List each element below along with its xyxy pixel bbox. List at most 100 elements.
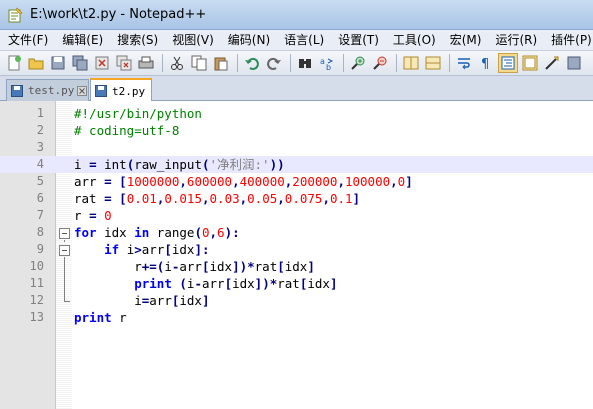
sync-h-icon[interactable] <box>423 53 443 73</box>
menu-encoding[interactable]: 编码(N) <box>221 30 277 51</box>
code-line[interactable]: 11 print (i-arr[idx])*rat[idx] <box>0 275 593 292</box>
saved-file-icon <box>11 84 23 97</box>
paste-icon[interactable] <box>211 53 231 73</box>
macro-stop-icon[interactable] <box>564 53 584 73</box>
code-text: i=arr[idx] <box>74 293 210 308</box>
code-text: i = int(raw_input('净利润:')) <box>74 157 285 172</box>
menu-settings[interactable]: 设置(T) <box>331 30 386 51</box>
find-icon[interactable] <box>295 53 315 73</box>
code-text: arr = [1000000,600000,400000,200000,1000… <box>74 174 413 189</box>
close-icon[interactable] <box>92 53 112 73</box>
toolbar-separator <box>290 54 291 72</box>
replace-icon[interactable]: ab <box>317 53 337 73</box>
code-text: r = 0 <box>74 208 112 223</box>
line-number: 1 <box>36 106 44 120</box>
line-number: 5 <box>36 174 44 188</box>
fold-guide-line <box>64 240 65 242</box>
line-number: 8 <box>36 225 44 239</box>
code-text: r+=(i-arr[idx])*rat[idx] <box>74 259 315 274</box>
tab-t2-py[interactable]: t2.py <box>90 78 152 102</box>
open-icon[interactable] <box>26 53 46 73</box>
doc-map-icon[interactable] <box>520 53 540 73</box>
fold-collapse-icon[interactable] <box>59 228 70 239</box>
menu-run[interactable]: 运行(R) <box>488 30 544 51</box>
indent-guide-icon[interactable] <box>498 53 518 73</box>
zoom-out-icon[interactable] <box>370 53 390 73</box>
code-line[interactable]: 13 print r <box>0 309 593 326</box>
code-text: #!/usr/bin/python <box>74 106 202 121</box>
fold-collapse-icon[interactable] <box>59 245 70 256</box>
line-number: 11 <box>29 276 44 290</box>
code-text: print r <box>74 310 127 325</box>
show-all-chars-icon[interactable]: ¶ <box>476 53 496 73</box>
redo-icon[interactable] <box>264 53 284 73</box>
cut-icon[interactable] <box>167 53 187 73</box>
toolbar: ab ¶ <box>0 51 593 76</box>
notepadpp-app-icon[interactable] <box>6 6 24 24</box>
window-title: E:\work\t2.py - Notepad++ <box>30 7 207 22</box>
line-number: 9 <box>36 242 44 256</box>
svg-text:a: a <box>320 57 325 66</box>
tab-test-py[interactable]: test.py <box>6 79 89 101</box>
menu-plugins[interactable]: 插件(P) <box>544 30 593 51</box>
undo-icon[interactable] <box>242 53 262 73</box>
line-number: 3 <box>36 140 44 154</box>
menu-view[interactable]: 视图(V) <box>165 30 221 51</box>
tab-close-icon[interactable] <box>77 85 88 96</box>
menu-search[interactable]: 搜索(S) <box>110 30 165 51</box>
line-number: 13 <box>29 310 44 324</box>
toolbar-separator <box>396 54 397 72</box>
save-icon[interactable] <box>48 53 68 73</box>
code-line[interactable]: 6 rat = [0.01,0.015,0.03,0.05,0.075,0.1] <box>0 190 593 207</box>
line-number: 7 <box>36 208 44 222</box>
copy-icon[interactable] <box>189 53 209 73</box>
tab-bar: test.py t2.py <box>0 76 593 102</box>
title-bar: E:\work\t2.py - Notepad++ <box>0 0 593 30</box>
code-text: rat = [0.01,0.015,0.03,0.05,0.075,0.1] <box>74 191 361 206</box>
editor-area[interactable]: 1 #!/usr/bin/python 2 # coding=utf-8 3 4… <box>0 101 593 409</box>
menu-bar: 文件(F) 编辑(E) 搜索(S) 视图(V) 编码(N) 语言(L) 设置(T… <box>0 30 593 51</box>
menu-language[interactable]: 语言(L) <box>277 30 331 51</box>
toolbar-separator <box>343 54 344 72</box>
sync-v-icon[interactable] <box>401 53 421 73</box>
code-line[interactable]: 12 i=arr[idx] <box>0 292 593 309</box>
code-line[interactable]: 8 for idx in range(0,6): <box>0 224 593 241</box>
macro-record-icon[interactable] <box>542 53 562 73</box>
menu-macro[interactable]: 宏(M) <box>443 30 489 51</box>
word-wrap-icon[interactable] <box>454 53 474 73</box>
menu-edit[interactable]: 编辑(E) <box>55 30 110 51</box>
code-line[interactable]: 2 # coding=utf-8 <box>0 122 593 139</box>
menu-tools[interactable]: 工具(O) <box>386 30 443 51</box>
fold-guide-line <box>64 257 65 301</box>
tab-label: t2.py <box>112 84 146 98</box>
new-icon[interactable] <box>4 53 24 73</box>
fold-end-marker <box>64 301 70 302</box>
tab-label: test.py <box>28 84 75 97</box>
svg-text:¶: ¶ <box>481 57 489 71</box>
code-line[interactable]: 10 r+=(i-arr[idx])*rat[idx] <box>0 258 593 275</box>
save-all-icon[interactable] <box>70 53 90 73</box>
line-number: 4 <box>36 157 44 171</box>
saved-file-icon <box>95 85 107 97</box>
print-icon[interactable] <box>136 53 156 73</box>
close-all-icon[interactable] <box>114 53 134 73</box>
line-number: 12 <box>29 293 44 307</box>
code-text: if i>arr[idx]: <box>104 242 210 257</box>
code-text: for idx in range(0,6): <box>74 225 240 240</box>
code-line[interactable]: 7 r = 0 <box>0 207 593 224</box>
code-text: # coding=utf-8 <box>74 123 180 138</box>
toolbar-separator <box>162 54 163 72</box>
toolbar-separator <box>237 54 238 72</box>
code-line[interactable]: 9 if i>arr[idx]: <box>0 241 593 258</box>
menu-file[interactable]: 文件(F) <box>0 30 55 51</box>
line-number: 2 <box>36 123 44 137</box>
code-line[interactable]: 5 arr = [1000000,600000,400000,200000,10… <box>0 173 593 190</box>
toolbar-separator <box>449 54 450 72</box>
code-line[interactable]: 3 <box>0 139 593 156</box>
line-number: 10 <box>29 259 44 273</box>
code-line[interactable]: 1 #!/usr/bin/python <box>0 105 593 122</box>
line-number: 6 <box>36 191 44 205</box>
code-line-current[interactable]: 4 i = int(raw_input('净利润:')) <box>0 156 593 173</box>
zoom-in-icon[interactable] <box>348 53 368 73</box>
svg-text:b: b <box>326 63 331 71</box>
